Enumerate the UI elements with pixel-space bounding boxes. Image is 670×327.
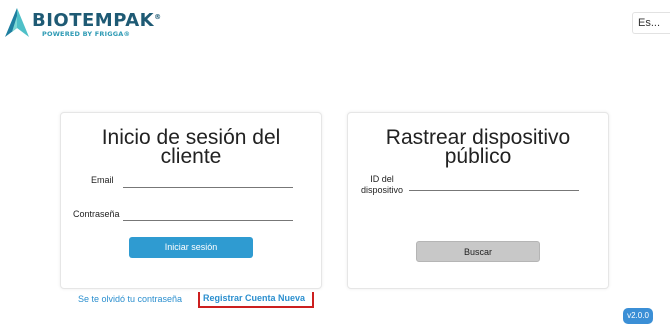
device-id-label-line1: ID del (370, 174, 394, 184)
biotempak-logo[interactable]: BIOTEMPAK® POWERED BY FRIGGA® (2, 7, 161, 43)
language-select[interactable]: Es... (632, 12, 670, 34)
track-card-title: Rastrear dispositivo público (385, 126, 571, 168)
version-badge: v2.0.0 (623, 308, 653, 324)
password-label: Contraseña (73, 209, 120, 219)
password-field[interactable] (123, 207, 293, 221)
login-card: Inicio de sesión del cliente Email Contr… (60, 112, 322, 289)
login-card-title: Inicio de sesión del cliente (101, 126, 281, 168)
email-label: Email (91, 175, 114, 185)
device-id-label-line2: dispositivo (360, 185, 404, 195)
device-id-field[interactable] (409, 177, 579, 191)
track-device-card: Rastrear dispositivo público ID del disp… (347, 112, 609, 289)
leaf-logo-icon (5, 8, 29, 37)
register-account-link[interactable]: Registrar Cuenta Nueva (198, 292, 314, 308)
device-id-label: ID del dispositivo (360, 174, 404, 196)
brand-name: BIOTEMPAK® (32, 10, 162, 31)
forgot-password-link[interactable]: Se te olvidó tu contraseña (78, 294, 182, 304)
email-field[interactable] (123, 174, 293, 188)
brand-tagline: POWERED BY FRIGGA® (42, 30, 131, 38)
search-button[interactable]: Buscar (416, 241, 540, 262)
login-button[interactable]: Iniciar sesión (129, 237, 253, 258)
header: BIOTEMPAK® POWERED BY FRIGGA® Es... (0, 0, 670, 46)
